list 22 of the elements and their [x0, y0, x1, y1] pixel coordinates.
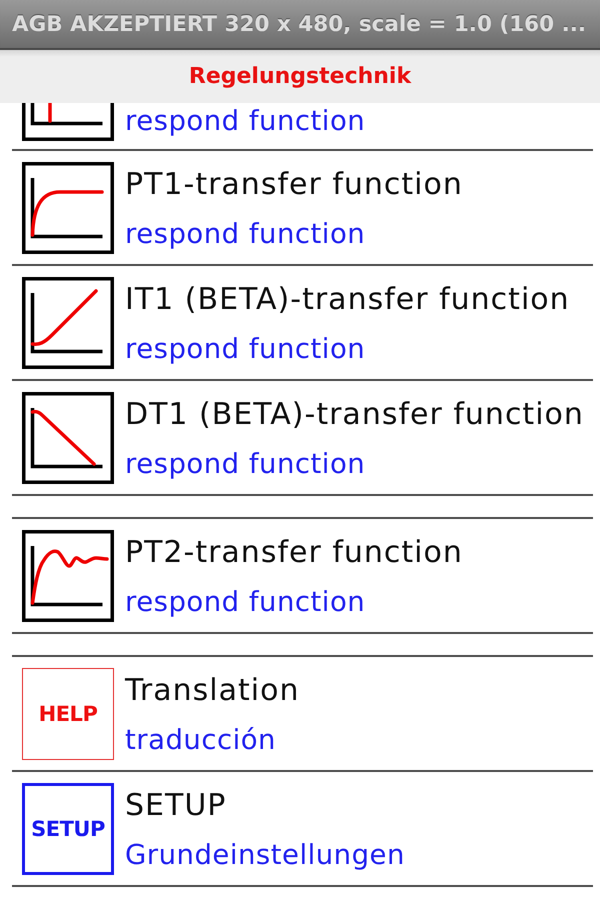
setup-badge: SETUP	[22, 782, 114, 874]
list-item-subtitle: Grundeinstellungen	[125, 838, 405, 873]
list-item-title[interactable]: PT1-transfer function	[125, 167, 463, 203]
list-item-subtitle: respond function	[125, 447, 366, 482]
list-item-title[interactable]: DT1 (BETA)-transfer function	[125, 397, 584, 433]
list-item-title[interactable]: Translation	[125, 673, 300, 709]
list-item-subtitle: respond function	[125, 104, 366, 139]
list-item-title[interactable]: PT2-transfer function	[125, 535, 463, 571]
list-item-subtitle: respond function	[125, 585, 366, 620]
list-item-subtitle: traducción	[125, 723, 277, 758]
window-title: AGB AKZEPTIERT 320 x 480, scale = 1.0 (160 ...	[12, 12, 586, 36]
list-item-subtitle: respond function	[125, 332, 366, 367]
help-badge: HELP	[22, 668, 114, 760]
oscillating-curve-graph-icon	[22, 530, 114, 622]
list-item-title[interactable]: SETUP	[125, 788, 405, 824]
spike-graph-icon	[22, 103, 114, 141]
ramp-graph-icon	[22, 276, 114, 368]
rising-curve-graph-icon	[22, 162, 114, 254]
list-item-subtitle: respond function	[125, 217, 366, 252]
falling-line-graph-icon	[22, 392, 114, 484]
screen-title: Regelungstechnik	[188, 64, 412, 89]
list-item-title[interactable]: IT1 (BETA)-transfer function	[125, 282, 570, 318]
